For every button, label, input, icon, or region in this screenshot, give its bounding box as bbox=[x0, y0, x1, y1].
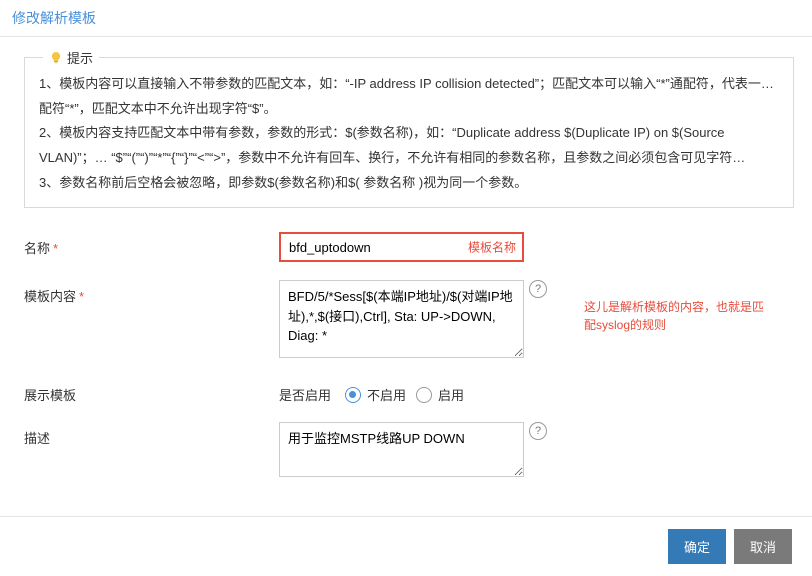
template-content-textarea[interactable] bbox=[279, 280, 524, 358]
label-template-content: 模板内容* bbox=[24, 280, 279, 305]
name-input[interactable] bbox=[279, 232, 524, 262]
radio-disable-label: 不启用 bbox=[367, 385, 406, 404]
row-name: 名称* 模板名称 bbox=[24, 232, 812, 262]
cancel-button[interactable]: 取消 bbox=[734, 529, 792, 564]
help-icon[interactable]: ? bbox=[529, 280, 547, 298]
tips-box: 提示 1、模板内容可以直接输入不带参数的匹配文本，如：“-IP address … bbox=[24, 57, 794, 208]
tip-line-2: 2、模板内容支持匹配文本中带有参数，参数的形式：$(参数名称)，如：“Dupli… bbox=[39, 121, 781, 170]
footer: 确定 取消 bbox=[0, 516, 812, 576]
label-name: 名称* bbox=[24, 232, 279, 257]
tip-line-3: 3、参数名称前后空格会被忽略，即参数$(参数名称)和$( 参数名称 )视为同一个… bbox=[39, 171, 781, 196]
tips-legend-text: 提示 bbox=[67, 48, 93, 67]
description-textarea[interactable] bbox=[279, 422, 524, 477]
tip-line-1: 1、模板内容可以直接输入不带参数的匹配文本，如：“-IP address IP … bbox=[39, 72, 781, 121]
row-display-template: 展示模板 是否启用 不启用 启用 bbox=[24, 379, 812, 404]
lightbulb-icon bbox=[49, 51, 63, 65]
label-description: 描述 bbox=[24, 422, 279, 447]
row-template-content: 模板内容* ? 这儿是解析模板的内容，也就是匹配syslog的规则 bbox=[24, 280, 812, 361]
tips-legend: 提示 bbox=[43, 48, 99, 67]
radio-enable[interactable] bbox=[416, 387, 432, 403]
radio-enable-label: 启用 bbox=[438, 385, 464, 404]
page-title: 修改解析模板 bbox=[0, 0, 812, 37]
radio-disable[interactable] bbox=[345, 387, 361, 403]
template-content-note: 这儿是解析模板的内容，也就是匹配syslog的规则 bbox=[584, 298, 774, 334]
enable-prefix: 是否启用 bbox=[279, 385, 331, 404]
label-display-template: 展示模板 bbox=[24, 379, 279, 404]
form-area: 名称* 模板名称 模板内容* ? 这儿是解析模板的内容，也就是匹配syslog的… bbox=[24, 228, 812, 516]
row-description: 描述 ? bbox=[24, 422, 812, 480]
help-icon[interactable]: ? bbox=[529, 422, 547, 440]
ok-button[interactable]: 确定 bbox=[668, 529, 726, 564]
